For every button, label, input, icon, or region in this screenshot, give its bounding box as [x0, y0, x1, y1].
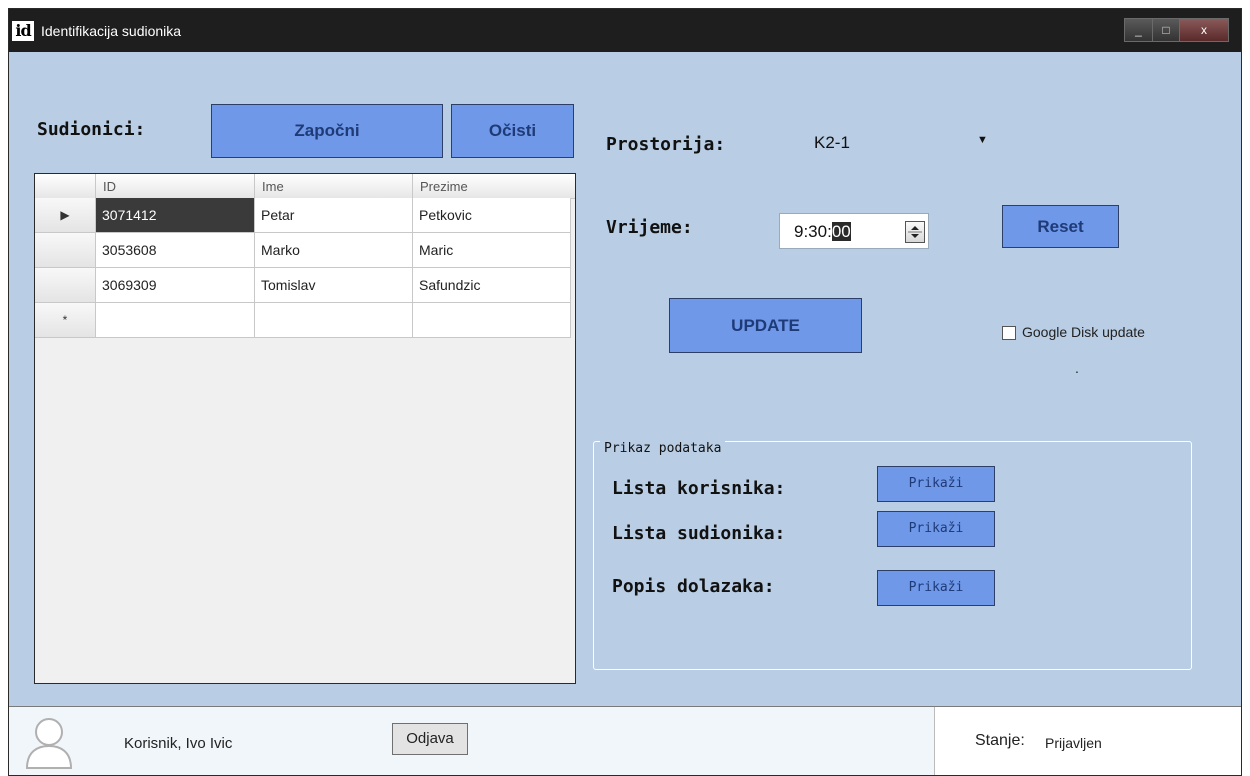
- maximize-button[interactable]: □: [1153, 19, 1180, 41]
- cell-ime-new[interactable]: [255, 303, 413, 338]
- cell-ime[interactable]: Tomislav: [255, 268, 413, 303]
- arrivals-list-label: Popis dolazaka:: [612, 576, 775, 597]
- grid-corner: [35, 174, 96, 198]
- start-button[interactable]: Započni: [211, 104, 443, 158]
- cell-prezime[interactable]: Maric: [413, 233, 571, 268]
- grid-header: ID Ime Prezime: [35, 174, 575, 199]
- row-header[interactable]: [35, 233, 96, 268]
- state-value: Prijavljen: [1045, 735, 1102, 751]
- google-disk-label[interactable]: Google Disk update: [1022, 324, 1145, 340]
- column-header-id[interactable]: ID: [96, 174, 255, 198]
- update-button[interactable]: UPDATE: [669, 298, 862, 353]
- cell-id-new[interactable]: [96, 303, 255, 338]
- current-user-name: Korisnik, Ivo Ivic: [124, 735, 233, 752]
- google-disk-checkbox[interactable]: [1002, 326, 1016, 340]
- cell-id[interactable]: 3053608: [96, 233, 255, 268]
- status-user-area: Korisnik, Ivo Ivic Odjava: [9, 707, 934, 775]
- new-row-marker-icon[interactable]: *: [35, 303, 96, 338]
- table-row[interactable]: 3069309 Tomislav Safundzic: [35, 268, 575, 303]
- state-label: Stanje:: [975, 732, 1025, 749]
- cell-ime[interactable]: Marko: [255, 233, 413, 268]
- status-bar: Korisnik, Ivo Ivic Odjava Stanje: Prijav…: [9, 706, 1241, 775]
- column-header-prezime[interactable]: Prezime: [413, 174, 571, 198]
- clear-button[interactable]: Očisti: [451, 104, 574, 158]
- participants-list-label: Lista sudionika:: [612, 523, 786, 544]
- show-users-button[interactable]: Prikaži: [877, 466, 995, 502]
- app-logo-icon: id: [12, 21, 34, 41]
- close-button[interactable]: x: [1180, 19, 1228, 41]
- users-list-label: Lista korisnika:: [612, 478, 786, 499]
- cell-prezime-new[interactable]: [413, 303, 571, 338]
- show-participants-button[interactable]: Prikaži: [877, 511, 995, 547]
- table-row[interactable]: 3053608 Marko Maric: [35, 233, 575, 268]
- cell-prezime[interactable]: Safundzic: [413, 268, 571, 303]
- time-spinner[interactable]: [905, 221, 925, 243]
- time-value: 9:30:00: [794, 222, 851, 242]
- new-row[interactable]: *: [35, 303, 575, 338]
- chevron-down-icon: ▼: [977, 134, 988, 146]
- data-view-group-title: Prikaz podataka: [600, 441, 726, 456]
- status-dot: .: [1075, 360, 1079, 376]
- app-window: id Identifikacija sudionika _ □ x Sudion…: [8, 8, 1242, 776]
- participants-label: Sudionici:: [37, 119, 146, 140]
- cell-id[interactable]: 3071412: [96, 198, 255, 233]
- cell-id[interactable]: 3069309: [96, 268, 255, 303]
- room-select-value: K2-1: [814, 133, 850, 152]
- time-label: Vrijeme:: [606, 217, 693, 238]
- time-seconds-selected: 00: [831, 222, 851, 241]
- room-select[interactable]: K2-1 ▼: [804, 125, 1004, 161]
- status-state-area: Stanje: Prijavljen: [934, 707, 1241, 775]
- title-bar[interactable]: id Identifikacija sudionika _ □ x: [9, 9, 1241, 52]
- cell-prezime[interactable]: Petkovic: [413, 198, 571, 233]
- current-row-arrow-icon[interactable]: ▶: [35, 198, 96, 233]
- user-avatar-icon: [25, 718, 73, 769]
- window-title: Identifikacija sudionika: [41, 23, 182, 39]
- room-label: Prostorija:: [606, 134, 726, 155]
- reset-button[interactable]: Reset: [1002, 205, 1119, 248]
- spinner-arrows-icon: [908, 226, 922, 238]
- participants-grid[interactable]: ID Ime Prezime ▶ 3071412 Petar Petkovic …: [34, 173, 576, 684]
- table-row[interactable]: ▶ 3071412 Petar Petkovic: [35, 198, 575, 233]
- row-header[interactable]: [35, 268, 96, 303]
- cell-ime[interactable]: Petar: [255, 198, 413, 233]
- time-value-prefix: 9:30:: [794, 222, 832, 241]
- show-arrivals-button[interactable]: Prikaži: [877, 570, 995, 606]
- column-header-ime[interactable]: Ime: [255, 174, 413, 198]
- minimize-button[interactable]: _: [1125, 19, 1153, 41]
- window-controls: _ □ x: [1124, 18, 1229, 42]
- logout-button[interactable]: Odjava: [392, 723, 468, 755]
